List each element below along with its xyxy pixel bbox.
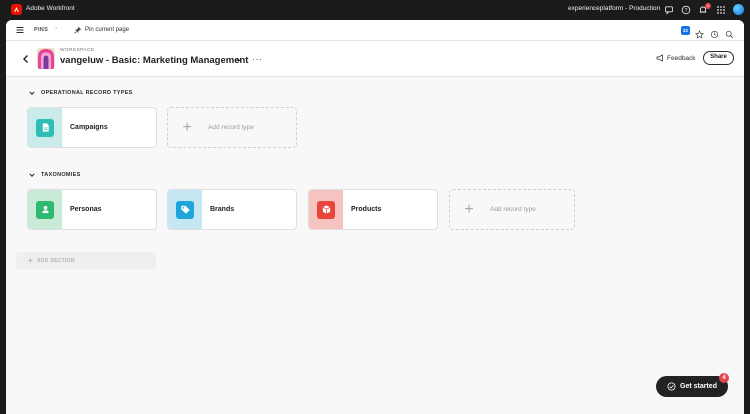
plus-icon: + [28, 256, 33, 265]
back-chevron-icon[interactable] [22, 54, 30, 64]
card-label: Products [351, 206, 382, 213]
add-record-type-label: Add record type [208, 124, 254, 131]
chevron-down-icon [29, 173, 35, 177]
more-options-icon[interactable]: ··· [252, 54, 263, 64]
menu-icon[interactable] [16, 26, 24, 34]
workspace-title: vangeluw - Basic: Marketing Management [60, 55, 249, 66]
apps-grid-icon[interactable] [715, 4, 726, 15]
section-header-operational[interactable]: OPERATIONAL RECORD TYPES [29, 90, 133, 96]
add-section-button[interactable]: + ADD SECTION [16, 252, 156, 269]
plus-icon: + [464, 200, 474, 218]
svg-text:?: ? [684, 7, 687, 13]
workspace-thumbnail [37, 48, 55, 69]
main-frame: PINS › Pin current page 22 WORKSPACE van… [6, 20, 744, 414]
pin-bar: PINS › Pin current page 22 [6, 20, 744, 41]
megaphone-icon [656, 54, 663, 62]
record-type-card-personas[interactable]: Personas [27, 189, 157, 230]
history-icon[interactable] [710, 26, 719, 39]
card-label: Brands [210, 206, 235, 213]
record-type-card-products[interactable]: Products [308, 189, 438, 230]
section-title: OPERATIONAL RECORD TYPES [41, 90, 133, 96]
record-type-card-brands[interactable]: Brands [167, 189, 297, 230]
card-label: Personas [70, 206, 102, 213]
share-button[interactable]: Share [703, 51, 734, 65]
chevron-down-icon [29, 91, 35, 95]
feedback-button[interactable]: Feedback [656, 54, 696, 62]
calendar-icon[interactable]: 22 [681, 26, 690, 35]
document-icon [36, 118, 54, 137]
card-icon-area [168, 190, 202, 229]
get-started-label: Get started [680, 383, 717, 390]
section-header-taxonomies[interactable]: TAXONOMIES [29, 172, 81, 178]
notification-badge: 1 [705, 3, 711, 9]
workspace-kicker: WORKSPACE [60, 48, 95, 53]
add-record-type-button[interactable]: + Add record type [449, 189, 575, 230]
person-icon [36, 200, 54, 219]
record-type-card-campaigns[interactable]: Campaigns [27, 107, 157, 148]
workspace-header: WORKSPACE vangeluw - Basic: Marketing Ma… [6, 41, 744, 77]
pin-current-page-link[interactable]: Pin current page [85, 27, 129, 33]
card-icon-area [309, 190, 343, 229]
star-icon[interactable] [695, 26, 704, 39]
chat-icon[interactable] [663, 4, 674, 15]
section-title: TAXONOMIES [41, 172, 81, 178]
user-avatar[interactable] [733, 4, 744, 15]
search-icon[interactable] [725, 26, 734, 39]
global-header: Adobe Workfront experienceplatform - Pro… [0, 0, 750, 20]
get-started-button[interactable]: Get started [656, 376, 728, 397]
add-record-type-button[interactable]: + Add record type [167, 107, 297, 148]
add-section-label: ADD SECTION [36, 257, 75, 264]
card-icon-area [28, 190, 62, 229]
environment-label[interactable]: experienceplatform - Production [568, 5, 660, 12]
help-icon[interactable]: ? [680, 4, 691, 15]
card-icon-area [28, 108, 62, 147]
adobe-logo-icon[interactable] [11, 4, 22, 15]
chevron-right-icon: › [55, 25, 58, 32]
chevron-down-icon[interactable] [236, 57, 242, 63]
plus-icon: + [182, 118, 192, 136]
pins-label: PINS [34, 27, 49, 33]
tag-icon [176, 200, 194, 219]
app-name: Adobe Workfront [26, 5, 75, 12]
add-record-type-label: Add record type [490, 206, 536, 213]
box-icon [317, 200, 335, 219]
card-label: Campaigns [70, 124, 108, 131]
checkmark-circle-icon [667, 382, 676, 391]
feedback-label: Feedback [667, 54, 696, 62]
pin-icon[interactable] [74, 26, 82, 34]
get-started-badge: 4 [719, 373, 729, 383]
